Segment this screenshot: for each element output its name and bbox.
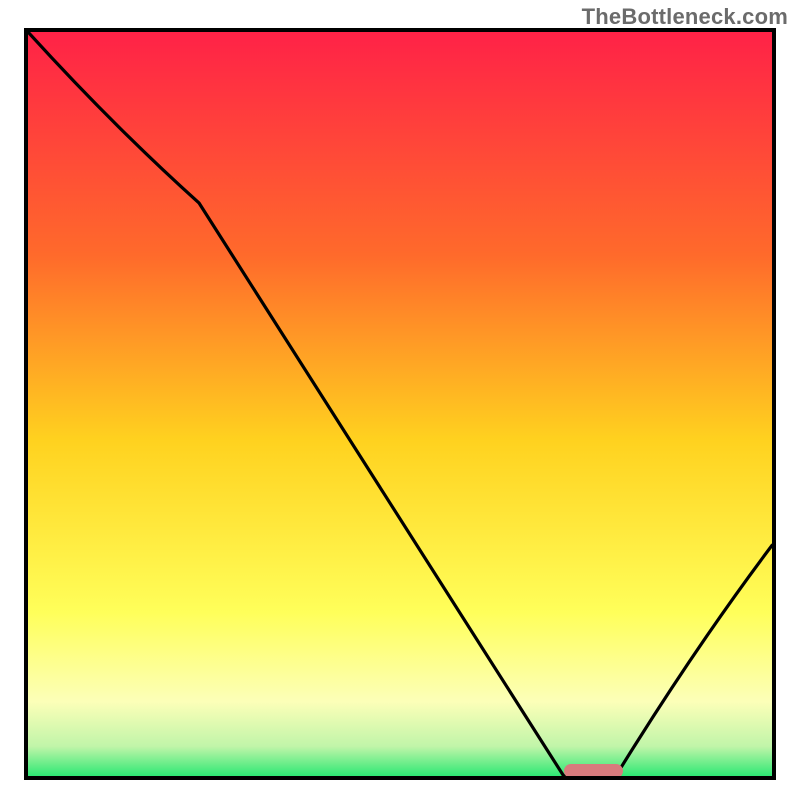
watermark-text: TheBottleneck.com bbox=[582, 4, 788, 30]
plot-area bbox=[24, 28, 776, 780]
chart-container: TheBottleneck.com bbox=[0, 0, 800, 800]
bottleneck-curve bbox=[28, 32, 772, 776]
optimum-marker bbox=[564, 764, 624, 778]
